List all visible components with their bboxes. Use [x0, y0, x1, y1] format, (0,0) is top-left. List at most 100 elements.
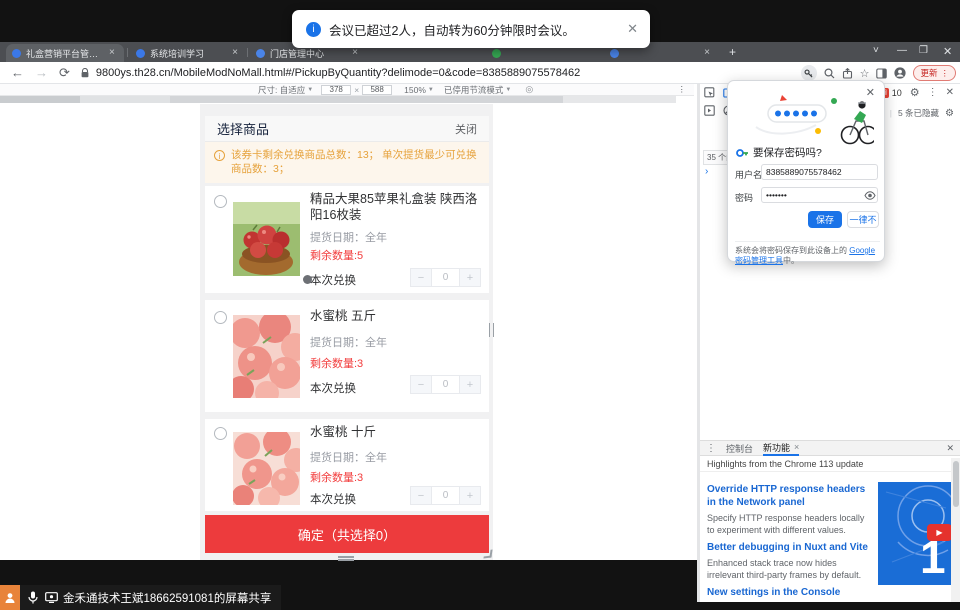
inspect-element-icon[interactable] — [704, 87, 715, 98]
close-window-button[interactable]: ✕ — [943, 45, 952, 58]
reload-icon[interactable]: ⟳ — [59, 65, 70, 81]
viewport-right-handle[interactable] — [489, 323, 494, 337]
sheet-header: 选择商品 关闭 — [205, 116, 489, 142]
sheet-close-button[interactable]: 关闭 — [455, 121, 477, 137]
tab-favicon — [136, 49, 145, 58]
stepper-plus-button[interactable]: + — [459, 268, 481, 287]
devtools-menu-icon[interactable]: ⋮ — [928, 87, 938, 98]
back-icon[interactable]: ← — [11, 65, 24, 80]
whatsnew-video-thumbnail[interactable]: ▶ 1 — [878, 482, 951, 585]
viewport-height-input[interactable] — [362, 85, 392, 95]
chrome-update-chip[interactable]: 更新 ⋮ — [913, 65, 956, 81]
whatsnew-item-title[interactable]: Override HTTP response headers in the Ne… — [707, 483, 875, 509]
username-field[interactable] — [761, 164, 878, 180]
tab-close-icon[interactable]: × — [109, 48, 115, 58]
console-prompt-icon[interactable]: › — [705, 166, 708, 177]
password-field[interactable] — [761, 187, 878, 203]
stepper-minus-button[interactable]: − — [410, 486, 432, 505]
bookmark-star-icon[interactable]: ☆ — [860, 67, 870, 80]
stepper-plus-button[interactable]: + — [459, 486, 481, 505]
tab-close-icon[interactable]: × — [232, 48, 238, 58]
whatsnew-item-body: Enhanced stack trace now hides irrelevan… — [707, 557, 872, 581]
whatsnew-tab-label: 新功能 — [763, 441, 790, 454]
product-name: 水蜜桃 五斤 — [310, 308, 481, 324]
username-label: 用户名 — [735, 168, 762, 181]
screen-share-bar: 金禾通技术王斌18662591081的屏幕共享 — [0, 585, 281, 610]
product-card: 水蜜桃 十斤 提货日期：全年 剩余数量:3 本次兑换 − 0 + — [205, 419, 489, 511]
devtools-settings-gear-icon[interactable]: ⚙ — [910, 86, 920, 99]
console-sidebar-icon[interactable] — [704, 105, 715, 116]
product-pickup-date: 提货日期：全年 — [310, 229, 387, 245]
console-settings-gear-icon[interactable]: ⚙ — [945, 108, 954, 119]
share-bar-text: 金禾通技术王斌18662591081的屏幕共享 — [63, 590, 271, 606]
stepper-value[interactable]: 0 — [432, 268, 459, 287]
save-password-button[interactable]: 保存 — [808, 211, 842, 228]
forward-icon[interactable]: → — [35, 65, 48, 80]
throttle-select[interactable]: 已停用节流模式 — [444, 84, 504, 96]
side-panel-icon[interactable] — [876, 68, 887, 79]
minimize-button[interactable]: — — [897, 45, 907, 56]
mobile-emulator-viewport: 选择商品 关闭 i 该券卡剩余兑换商品总数：13； 单次提货最少可兑换商品数：3… — [200, 104, 493, 560]
toast-close-icon[interactable]: ✕ — [627, 21, 638, 37]
whatsnew-header: Highlights from the Chrome 113 update — [700, 457, 960, 472]
never-save-button[interactable]: 一律不 — [847, 211, 879, 228]
drawer-tab-console[interactable]: 控制台 — [726, 442, 753, 455]
quota-notice-text: 该券卡剩余兑换商品总数：13； 单次提货最少可兑换商品数：3； — [231, 149, 477, 175]
drawer-close-icon[interactable]: ✕ — [946, 443, 954, 454]
product-radio[interactable] — [214, 311, 227, 324]
whatsnew-item-title[interactable]: New settings in the Console — [707, 586, 875, 599]
stepper-minus-button[interactable]: − — [410, 268, 432, 287]
microphone-icon[interactable] — [28, 591, 38, 604]
hidden-messages-label[interactable]: 5 条已隐藏 — [898, 107, 939, 119]
rotate-viewport-icon[interactable]: ◎ — [525, 84, 533, 95]
password-key-icon[interactable] — [801, 65, 817, 81]
scrollbar-thumb[interactable] — [953, 461, 959, 507]
profile-avatar-icon[interactable] — [894, 67, 906, 79]
dropdown-caret-icon: ▼ — [428, 87, 434, 93]
confirm-button[interactable]: 确定（共选择0） — [205, 515, 489, 553]
tab-favicon — [12, 49, 21, 58]
drawer-tab-whatsnew[interactable]: 新功能 × — [763, 440, 799, 456]
show-password-eye-icon[interactable] — [864, 191, 876, 200]
product-remaining: 剩余数量:5 — [310, 247, 363, 263]
tab-search-icon[interactable]: ˅ — [873, 45, 879, 56]
toast-message: 会议已超过2人，自动转为60分钟限时会议。 — [329, 20, 575, 39]
new-tab-button[interactable]: + — [729, 45, 736, 59]
issues-count: 10 — [892, 88, 902, 98]
product-name: 精品大果85苹果礼盒装 陕西洛阳16枚装 — [310, 191, 481, 223]
tab-close-icon[interactable]: × — [352, 48, 358, 58]
viewport-corner-resize-handle[interactable] — [483, 549, 492, 558]
viewport-bottom-handle[interactable] — [338, 556, 354, 558]
sheet-title: 选择商品 — [217, 119, 269, 138]
maximize-button[interactable]: ❐ — [919, 45, 928, 56]
tab-training[interactable]: 系统培训学习 × — [130, 44, 244, 62]
tab-gift-admin[interactable]: 礼盒营销平台管理中心 × — [6, 44, 124, 62]
product-remaining: 剩余数量:3 — [310, 355, 363, 371]
devtools-top-right: ▣10 ⚙ ⋮ ✕ — [879, 86, 954, 99]
device-toolbar-overflow-icon[interactable]: ⋮ — [678, 84, 687, 95]
viewport-width-input[interactable] — [321, 85, 351, 95]
page-header-fragment — [0, 96, 80, 103]
devtools-close-icon[interactable]: ✕ — [946, 87, 954, 98]
stepper-value[interactable]: 0 — [432, 486, 459, 505]
zoom-icon[interactable] — [824, 68, 835, 79]
share-icon[interactable] — [842, 68, 853, 79]
whatsnew-item-title[interactable]: Better debugging in Nuxt and Vite — [707, 541, 875, 554]
drawer-tab-close-icon[interactable]: × — [794, 442, 799, 452]
device-dimensions-label[interactable]: 尺寸: 自适应 — [258, 84, 305, 96]
whatsnew-item-body: Specify HTTP response headers locally to… — [707, 512, 872, 536]
drawer-scrollbar[interactable] — [951, 458, 960, 602]
tab-close-icon[interactable]: × — [704, 48, 710, 58]
product-remaining: 剩余数量:3 — [310, 469, 363, 485]
product-radio[interactable] — [214, 195, 227, 208]
stepper-value[interactable]: 0 — [432, 375, 459, 394]
kebab-menu-icon[interactable]: ⋮ — [941, 68, 950, 79]
product-radio[interactable] — [214, 427, 227, 440]
drawer-menu-icon[interactable]: ⋮ — [706, 443, 716, 454]
address-bar[interactable]: 9800ys.th28.cn/MobileModNoMall.html#/Pic… — [96, 67, 580, 79]
device-zoom-select[interactable]: 150% — [404, 85, 426, 95]
screen-share-icon[interactable] — [45, 592, 58, 603]
stepper-plus-button[interactable]: + — [459, 375, 481, 394]
exchange-label: 本次兑换 — [310, 491, 356, 507]
stepper-minus-button[interactable]: − — [410, 375, 432, 394]
